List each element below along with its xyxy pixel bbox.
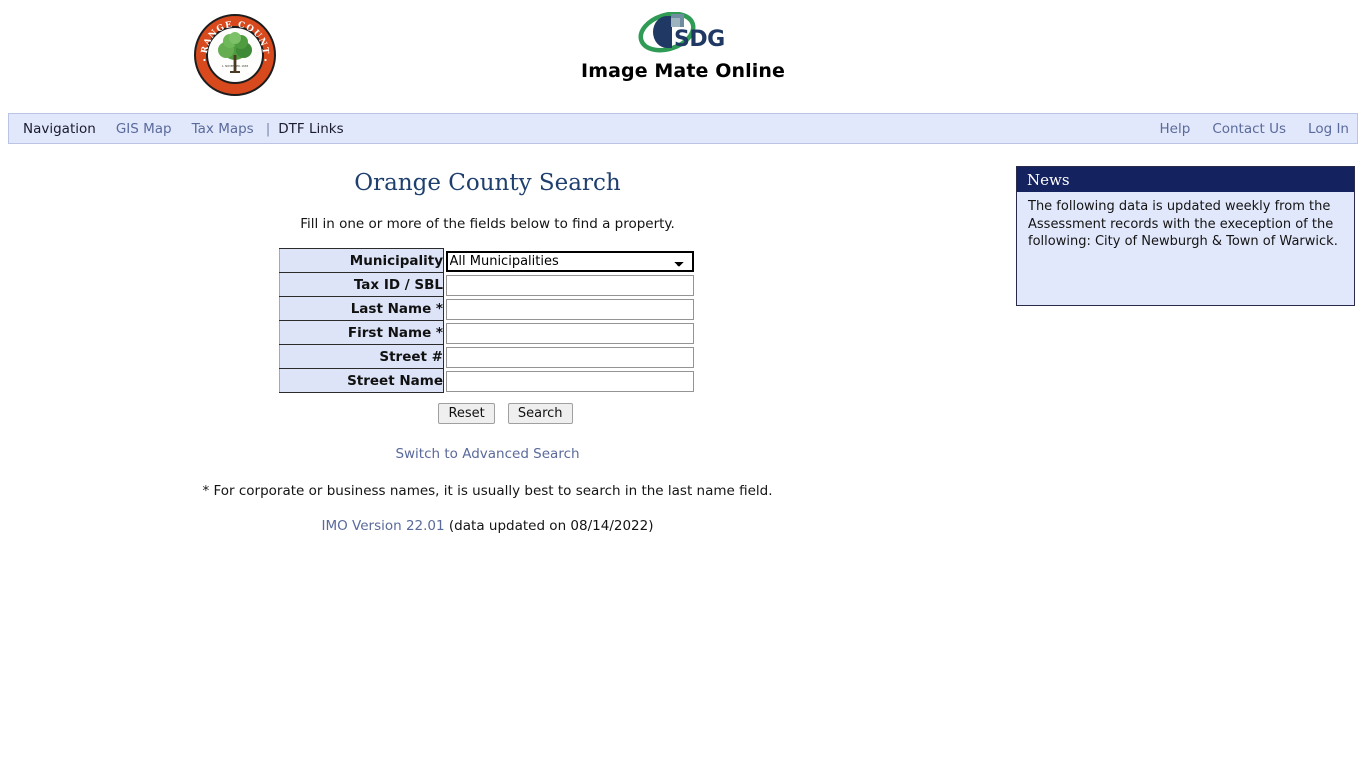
street-number-input[interactable]	[445, 346, 694, 368]
table-row: Street Name	[279, 368, 696, 393]
nav-separator: |	[265, 120, 271, 137]
municipality-select[interactable]: All Municipalities	[445, 250, 694, 272]
version-line: IMO Version 22.01 (data updated on 08/14…	[0, 518, 975, 534]
nav-gis-map[interactable]: GIS Map	[116, 121, 172, 137]
switch-to-advanced-search-link[interactable]: Switch to Advanced Search	[395, 446, 579, 462]
table-row: First Name *	[279, 320, 696, 345]
news-panel-title: News	[1027, 171, 1070, 189]
imo-version-link[interactable]: IMO Version 22.01	[321, 518, 444, 534]
field-cell-tax-id-sbl	[444, 273, 696, 297]
sdg-logo-icon: SDG	[638, 12, 725, 53]
tax-id-sbl-input[interactable]	[445, 274, 694, 296]
nav-log-in[interactable]: Log In	[1308, 121, 1349, 137]
brand-block: SDG Image Mate Online	[0, 12, 1366, 82]
news-panel-header: News	[1017, 167, 1354, 192]
table-row: Tax ID / SBL	[279, 272, 696, 297]
label-street-number: Street #	[279, 344, 444, 369]
version-suffix: (data updated on 08/14/2022)	[444, 518, 654, 534]
nav-contact-us[interactable]: Contact Us	[1212, 121, 1286, 137]
label-tax-id-sbl: Tax ID / SBL	[279, 272, 444, 297]
reset-button[interactable]: Reset	[438, 403, 495, 424]
main-navbar: Navigation GIS Map Tax Maps | DTF Links …	[8, 113, 1358, 144]
search-subtitle: Fill in one or more of the fields below …	[300, 216, 675, 232]
field-cell-municipality: All Municipalities	[444, 249, 696, 273]
page-header: ORANGE COUNTY NEW YORK 1. NOVEMBER. 1683…	[0, 0, 1366, 105]
nav-tax-maps[interactable]: Tax Maps	[192, 121, 254, 137]
last-name-input[interactable]	[445, 298, 694, 320]
search-panel: Orange County Search Fill in one or more…	[0, 152, 975, 534]
table-row: Street #	[279, 344, 696, 369]
label-first-name: First Name *	[279, 320, 444, 345]
field-cell-last-name	[444, 297, 696, 321]
search-button[interactable]: Search	[507, 403, 573, 424]
nav-help[interactable]: Help	[1160, 121, 1191, 137]
nav-dtf-links[interactable]: DTF Links	[278, 121, 343, 137]
first-name-input[interactable]	[445, 322, 694, 344]
table-row: Last Name *	[279, 296, 696, 321]
navbar-right-group: Help Contact Us Log In	[1138, 121, 1349, 137]
page-title: Orange County Search	[354, 170, 621, 196]
nav-navigation[interactable]: Navigation	[23, 121, 96, 137]
field-cell-first-name	[444, 321, 696, 345]
label-municipality: Municipality	[279, 248, 444, 273]
page-content: Orange County Search Fill in one or more…	[0, 152, 1366, 768]
street-name-input[interactable]	[445, 370, 694, 392]
form-button-row: Reset Search	[0, 402, 975, 424]
search-form-table: Municipality All Municipalities Tax ID /…	[279, 248, 696, 393]
news-panel-body: The following data is updated weekly fro…	[1028, 199, 1338, 249]
table-row: Municipality All Municipalities	[279, 248, 696, 273]
field-cell-street-number	[444, 345, 696, 369]
svg-text:SDG: SDG	[674, 27, 725, 52]
field-cell-street-name	[444, 369, 696, 393]
app-title: Image Mate Online	[581, 60, 785, 82]
label-street-name: Street Name	[279, 368, 444, 393]
label-last-name: Last Name *	[279, 296, 444, 321]
search-footnote: * For corporate or business names, it is…	[202, 483, 773, 499]
news-panel: News The following data is updated weekl…	[1016, 166, 1355, 306]
navbar-left-group: Navigation GIS Map Tax Maps | DTF Links	[23, 121, 344, 137]
